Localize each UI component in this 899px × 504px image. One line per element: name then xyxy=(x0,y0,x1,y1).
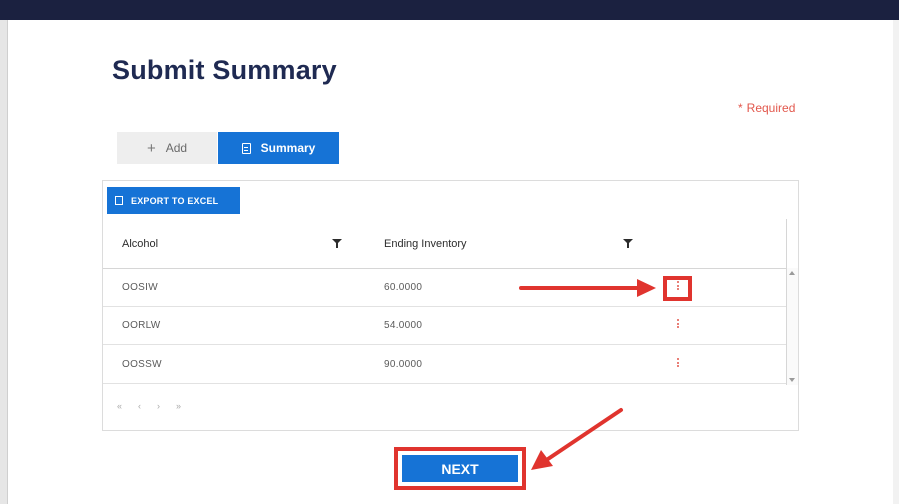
column-header-ending-inventory[interactable]: Ending Inventory xyxy=(384,238,467,250)
export-to-excel-button[interactable]: EXPORT TO EXCEL xyxy=(107,187,240,214)
annotation-highlight-box xyxy=(663,276,692,301)
tab-summary-label: Summary xyxy=(260,141,316,155)
prev-page-button[interactable]: ‹ xyxy=(138,401,141,411)
table-row[interactable]: OORLW 54.0000 xyxy=(103,307,786,345)
right-edge xyxy=(893,20,899,504)
required-label: Required xyxy=(746,101,796,115)
scroll-up-icon[interactable] xyxy=(789,271,795,275)
document-icon xyxy=(241,142,251,154)
tab-summary[interactable]: Summary xyxy=(218,132,339,164)
first-page-button[interactable]: « xyxy=(117,401,122,411)
last-page-button[interactable]: » xyxy=(176,401,181,411)
left-edge xyxy=(0,20,8,504)
cell-ending-inventory: 54.0000 xyxy=(384,320,423,331)
page-title: Submit Summary xyxy=(112,55,337,85)
cell-alcohol: OORLW xyxy=(122,320,161,331)
table-row[interactable]: OOSSW 90.0000 xyxy=(103,346,786,384)
top-bar xyxy=(0,0,899,20)
next-button[interactable]: NEXT xyxy=(402,455,518,482)
filter-icon-alcohol[interactable] xyxy=(332,239,342,249)
scroll-down-icon[interactable] xyxy=(789,378,795,382)
grid-header: Alcohol Ending Inventory xyxy=(103,219,786,269)
pager: « ‹ › » xyxy=(117,401,181,411)
required-asterisk: * xyxy=(738,101,743,115)
tab-add[interactable]: + Add xyxy=(117,132,217,164)
cell-ending-inventory: 60.0000 xyxy=(384,282,423,293)
cell-alcohol: OOSSW xyxy=(122,359,162,370)
row-actions-icon[interactable] xyxy=(675,319,681,331)
plus-icon: + xyxy=(146,139,156,157)
annotation-next-box: NEXT xyxy=(394,447,526,490)
cell-alcohol: OOSIW xyxy=(122,282,158,293)
row-actions-icon[interactable] xyxy=(675,358,681,370)
grid-scrollbar[interactable] xyxy=(787,268,798,385)
next-page-button[interactable]: › xyxy=(157,401,160,411)
filter-icon-ending-inventory[interactable] xyxy=(623,239,633,249)
excel-icon xyxy=(115,196,123,205)
required-legend: * Required xyxy=(738,101,795,115)
arrow-head-next-button xyxy=(531,450,553,470)
export-label: EXPORT TO EXCEL xyxy=(131,195,219,206)
tab-add-label: Add xyxy=(165,141,188,155)
cell-ending-inventory: 90.0000 xyxy=(384,359,423,370)
column-header-alcohol[interactable]: Alcohol xyxy=(122,238,158,250)
